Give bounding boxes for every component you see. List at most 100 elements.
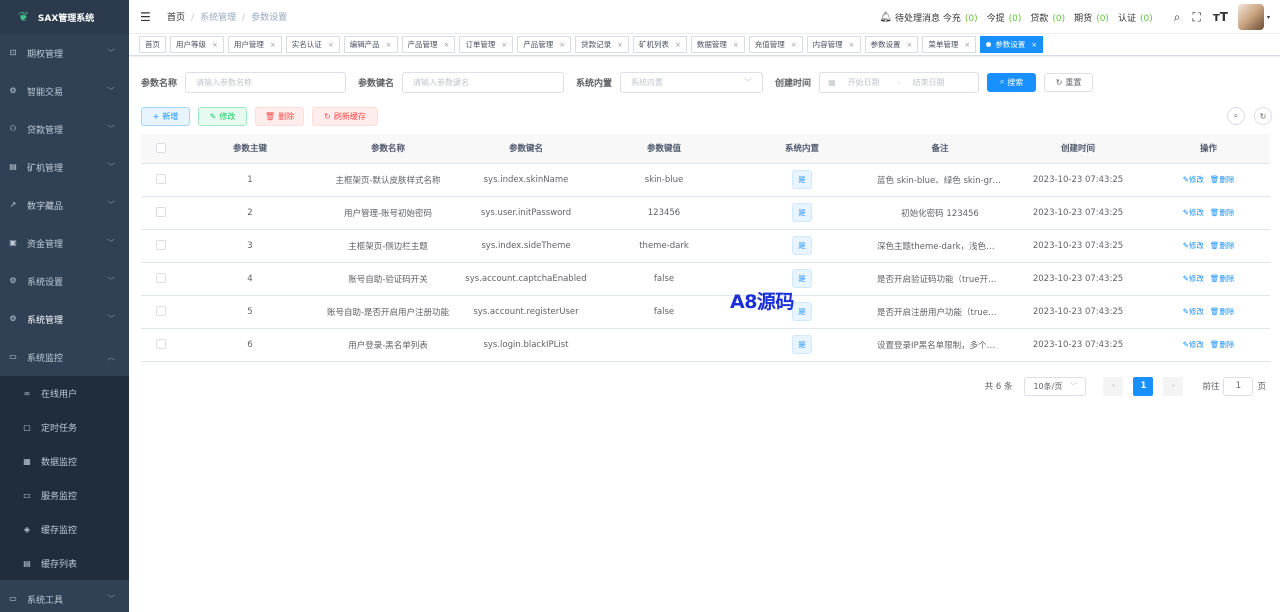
- close-icon[interactable]: ×: [501, 41, 507, 49]
- close-icon[interactable]: ×: [675, 41, 681, 49]
- row-checkbox[interactable]: [156, 207, 166, 218]
- row-delete-link[interactable]: 🗑︎删除: [1210, 241, 1235, 250]
- bell-icon[interactable]: 🔔︎: [879, 12, 892, 23]
- edit-button[interactable]: ✎ 修改: [198, 106, 247, 126]
- sidebar-subitem-5[interactable]: ▤ 缓存列表: [0, 546, 129, 580]
- tag-item[interactable]: 首页: [139, 36, 166, 53]
- breadcrumb-home[interactable]: 首页: [167, 13, 185, 23]
- row-checkbox[interactable]: [156, 273, 166, 284]
- sidebar-item-4[interactable]: ↗ 数字藏品 ﹀: [0, 186, 129, 224]
- param-key-input[interactable]: 请输入参数键名: [402, 71, 565, 93]
- start-date-input[interactable]: 开始日期: [848, 77, 898, 88]
- notice-label[interactable]: 认证: [1118, 14, 1136, 24]
- next-page-button[interactable]: ›: [1163, 376, 1184, 396]
- delete-button[interactable]: 🗑︎ 删除: [255, 106, 304, 126]
- select-all-checkbox[interactable]: [156, 143, 166, 153]
- row-edit-link[interactable]: ✎修改: [1183, 241, 1204, 250]
- close-icon[interactable]: ×: [964, 41, 970, 49]
- search-icon[interactable]: ⌕: [1174, 10, 1181, 25]
- tag-item[interactable]: 产品管理 ×: [517, 36, 572, 53]
- fullscreen-icon[interactable]: ⛶: [1192, 10, 1200, 25]
- date-range-picker[interactable]: ▦ 开始日期 - 结束日期: [819, 71, 980, 93]
- table-row[interactable]: 2 用户管理-账号初始密码 sys.user.initPassword 123456 是…: [141, 196, 1270, 230]
- row-delete-link[interactable]: 🗑︎删除: [1210, 208, 1235, 217]
- search-button[interactable]: ⌕ 搜索: [987, 72, 1037, 92]
- close-icon[interactable]: ×: [328, 41, 334, 49]
- param-name-input[interactable]: 请输入参数名称: [185, 71, 347, 93]
- row-edit-link[interactable]: ✎修改: [1183, 340, 1204, 349]
- row-delete-link[interactable]: 🗑︎删除: [1210, 307, 1235, 316]
- close-icon[interactable]: ×: [849, 41, 855, 49]
- tag-item[interactable]: 充值管理 ×: [748, 36, 803, 53]
- notice-label[interactable]: 今提: [987, 14, 1005, 24]
- sidebar-subitem-3[interactable]: ▭ 服务监控: [0, 478, 129, 512]
- avatar[interactable]: [1237, 4, 1264, 30]
- row-delete-link[interactable]: 🗑︎删除: [1210, 340, 1235, 349]
- sidebar-item-2[interactable]: ⚇ 贷款管理 ﹀: [0, 110, 129, 148]
- tag-item[interactable]: 用户管理 ×: [227, 36, 282, 53]
- close-icon[interactable]: ×: [444, 41, 450, 49]
- reset-button[interactable]: ↻ 重置: [1044, 72, 1094, 92]
- close-icon[interactable]: ×: [907, 41, 913, 49]
- refresh-icon[interactable]: ↻: [1254, 107, 1272, 125]
- close-icon[interactable]: ×: [559, 41, 565, 49]
- tag-item[interactable]: 内容管理 ×: [806, 36, 861, 53]
- sidebar-subitem-0[interactable]: ∞ 在线用户: [0, 376, 129, 410]
- close-icon[interactable]: ×: [386, 41, 392, 49]
- close-icon[interactable]: ×: [733, 41, 739, 49]
- tag-item[interactable]: 编辑产品 ×: [343, 36, 398, 53]
- row-edit-link[interactable]: ✎修改: [1183, 307, 1204, 316]
- page-number[interactable]: 1: [1133, 376, 1154, 396]
- row-delete-link[interactable]: 🗑︎删除: [1210, 175, 1235, 184]
- hamburger-icon[interactable]: ☰: [140, 10, 154, 24]
- end-date-input[interactable]: 结束日期: [913, 77, 945, 88]
- sidebar-item-0[interactable]: ⊡ 期权管理 ﹀: [0, 34, 129, 72]
- sidebar-item-7[interactable]: ⚙ 系统管理 ﹀: [0, 300, 129, 338]
- notice-label[interactable]: 今充: [943, 14, 961, 24]
- prev-page-button[interactable]: ‹: [1103, 376, 1124, 396]
- close-icon[interactable]: ×: [617, 41, 623, 49]
- notice-label[interactable]: 贷款: [1030, 14, 1048, 24]
- close-icon[interactable]: ×: [270, 41, 276, 49]
- close-icon[interactable]: ×: [212, 41, 218, 49]
- tag-item[interactable]: 菜单管理 ×: [922, 36, 977, 53]
- sidebar-subitem-4[interactable]: ◈ 缓存监控: [0, 512, 129, 546]
- tag-item[interactable]: 订单管理 ×: [459, 36, 514, 53]
- tag-item[interactable]: 贷款记录 ×: [575, 36, 629, 53]
- row-edit-link[interactable]: ✎修改: [1183, 274, 1204, 283]
- close-icon[interactable]: ×: [791, 41, 797, 49]
- sidebar-item-8[interactable]: ▭ 系统监控 ︿: [0, 338, 129, 376]
- row-checkbox[interactable]: [156, 240, 166, 251]
- tag-item[interactable]: 产品管理 ×: [401, 36, 456, 53]
- page-size-select[interactable]: 10条/页 ﹀: [1024, 376, 1087, 396]
- close-icon[interactable]: ×: [1031, 41, 1037, 49]
- tag-item[interactable]: 用户等级 ×: [170, 36, 224, 53]
- tag-item[interactable]: 数据管理 ×: [690, 36, 745, 53]
- font-size-icon[interactable]: тТ: [1213, 10, 1228, 24]
- row-checkbox[interactable]: [156, 306, 166, 317]
- row-checkbox[interactable]: [156, 339, 166, 350]
- table-row[interactable]: 5 账号自助-是否开启用户注册功能 sys.account.registerUser…: [141, 295, 1270, 329]
- sidebar-item-6[interactable]: ⚙ 系统设置 ﹀: [0, 262, 129, 300]
- table-row[interactable]: 6 用户登录-黑名单列表 sys.login.blackIPList 是 设置登录IP黑…: [141, 328, 1270, 362]
- add-button[interactable]: + 新增: [141, 106, 190, 126]
- table-row[interactable]: 4 账号自助-验证码开关 sys.account.captchaEnabled fal…: [141, 262, 1270, 296]
- row-checkbox[interactable]: [156, 174, 166, 185]
- logo[interactable]: ❦ SAX管理系统: [0, 0, 129, 34]
- row-edit-link[interactable]: ✎修改: [1183, 175, 1204, 184]
- builtin-select[interactable]: 系统内置 ﹀: [620, 71, 764, 93]
- sidebar-subitem-1[interactable]: ▢ 定时任务: [0, 410, 129, 444]
- refresh-cache-button[interactable]: ↻ 刷新缓存: [312, 106, 378, 126]
- search-toggle-icon[interactable]: ⌕: [1227, 107, 1245, 125]
- sidebar-item-system-tools[interactable]: ▭ 系统工具 ﹀: [0, 580, 129, 612]
- sidebar-subitem-2[interactable]: ▦ 数据监控: [0, 444, 129, 478]
- tag-item[interactable]: 参数设置 ×: [864, 36, 919, 53]
- table-row[interactable]: 3 主框架页-侧边栏主题 sys.index.sideTheme theme-dark…: [141, 229, 1270, 263]
- tag-item[interactable]: 实名认证 ×: [285, 36, 340, 53]
- chevron-down-icon[interactable]: ▾: [1267, 14, 1270, 21]
- table-row[interactable]: 1 主框架页-默认皮肤样式名称 sys.index.skinName skin-blu…: [141, 163, 1270, 197]
- sidebar-item-1[interactable]: ⚙ 智能交易 ﹀: [0, 72, 129, 110]
- sidebar-item-3[interactable]: ▤ 矿机管理 ﹀: [0, 148, 129, 186]
- sidebar-item-5[interactable]: ▣ 资金管理 ﹀: [0, 224, 129, 262]
- goto-page-input[interactable]: 1: [1223, 376, 1254, 396]
